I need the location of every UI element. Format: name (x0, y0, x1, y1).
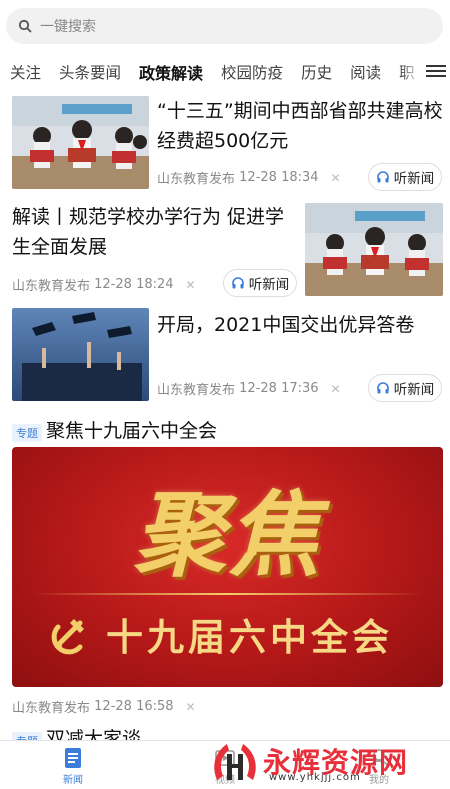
news-thumbnail (305, 203, 443, 296)
news-thumbnail (12, 308, 149, 401)
watermark-logo-icon (214, 744, 256, 780)
banner-headline: 聚焦 (133, 481, 322, 589)
banner-divider (32, 593, 423, 595)
menu-icon[interactable] (426, 62, 446, 80)
news-source: 山东教育发布 (157, 383, 236, 398)
headphones-icon (231, 277, 244, 289)
banner-subtitle-text: 十九届六中全会 (106, 616, 393, 659)
watermark-url: www.yhkjjj.com (269, 772, 361, 783)
tab-headlines[interactable]: 头条要闻 (59, 61, 121, 83)
listen-label: 听新闻 (248, 277, 290, 293)
news-item[interactable]: 开局，2021中国交出优异答卷 山东教育发布 12-28 17:36 ✕ 听新闻 (0, 308, 450, 404)
news-meta: 山东教育发布 12-28 18:24 ✕ (12, 275, 196, 294)
listen-button[interactable]: 听新闻 (368, 374, 442, 402)
listen-button[interactable]: 听新闻 (368, 163, 442, 191)
search-placeholder: 一键搜索 (40, 19, 96, 35)
topic-badge: 专题 (12, 424, 42, 442)
dismiss-icon[interactable]: ✕ (331, 171, 341, 185)
listen-button[interactable]: 听新闻 (223, 269, 297, 297)
nav-news[interactable]: 新闻 (62, 747, 84, 786)
dismiss-icon[interactable]: ✕ (186, 278, 196, 292)
news-icon (65, 748, 81, 768)
tab-policy[interactable]: 政策解读 (139, 60, 203, 84)
news-source: 山东教育发布 (12, 279, 91, 294)
tab-reading[interactable]: 阅读 (350, 61, 381, 83)
nav-news-label: 新闻 (63, 775, 83, 786)
topic-title[interactable]: 聚焦十九届六中全会 (46, 416, 217, 443)
news-title[interactable]: 解读丨规范学校办学行为 促进学生全面发展 (12, 202, 297, 262)
news-time: 12-28 18:34 (239, 170, 319, 185)
news-meta: 山东教育发布 12-28 18:34 ✕ (157, 168, 341, 187)
topic-time: 12-28 16:58 (94, 699, 174, 714)
topic-source: 山东教育发布 (12, 701, 91, 716)
tab-follow[interactable]: 关注 (10, 61, 41, 83)
party-emblem-icon (51, 619, 84, 655)
news-title[interactable]: 开局，2021中国交出优异答卷 (157, 310, 447, 340)
listen-label: 听新闻 (393, 382, 435, 398)
tabs-fade (400, 54, 422, 90)
topic-banner[interactable]: 聚焦 十九届六中全会 (12, 447, 443, 687)
listen-label: 听新闻 (393, 171, 435, 187)
news-item[interactable]: 解读丨规范学校办学行为 促进学生全面发展 山东教育发布 12-28 18:24 … (0, 200, 450, 300)
news-time: 12-28 18:24 (94, 277, 174, 292)
news-source: 山东教育发布 (157, 172, 236, 187)
dismiss-icon[interactable]: ✕ (331, 382, 341, 396)
category-tabs: 关注 头条要闻 政策解读 校园防疫 历史 阅读 职 (0, 54, 450, 90)
search-icon (18, 19, 32, 33)
news-thumbnail (12, 96, 149, 189)
headphones-icon (376, 171, 389, 183)
news-title[interactable]: “十三五”期间中西部省部共建高校经费超500亿元 (157, 96, 447, 156)
news-item[interactable]: “十三五”期间中西部省部共建高校经费超500亿元 山东教育发布 12-28 18… (0, 96, 450, 192)
tab-campus-epidemic[interactable]: 校园防疫 (221, 61, 283, 83)
dismiss-icon[interactable]: ✕ (186, 700, 196, 714)
banner-subtitle: 十九届六中全会 (50, 607, 393, 661)
topic-meta: 山东教育发布 12-28 16:58 ✕ (12, 697, 196, 716)
search-input[interactable]: 一键搜索 (6, 8, 443, 44)
news-time: 12-28 17:36 (239, 381, 319, 396)
news-meta: 山东教育发布 12-28 17:36 ✕ (157, 379, 341, 398)
watermark: 永辉资源网 www.yhkjjj.com (207, 736, 408, 786)
tab-history[interactable]: 历史 (301, 61, 332, 83)
headphones-icon (376, 382, 389, 394)
